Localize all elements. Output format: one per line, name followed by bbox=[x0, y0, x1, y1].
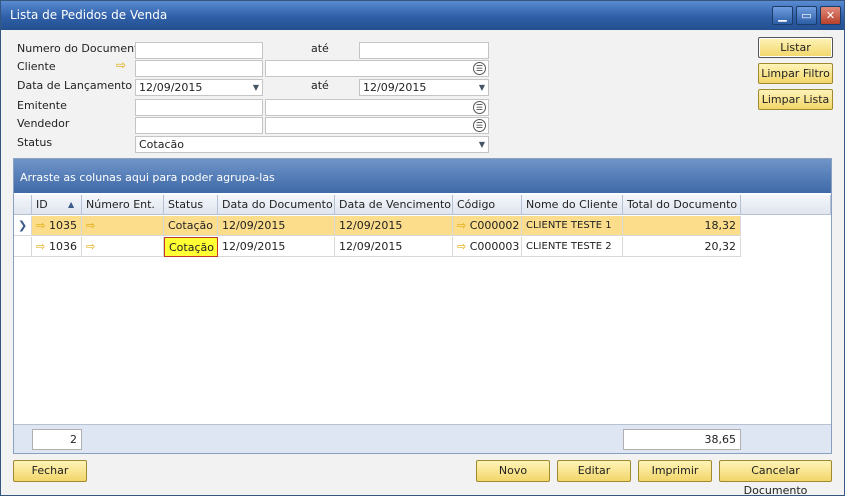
column-header-numero-ent[interactable]: Número Ent. bbox=[82, 195, 164, 215]
cell-data-documento[interactable]: 12/09/2015 bbox=[218, 237, 335, 257]
chevron-down-icon: ▼ bbox=[478, 140, 485, 149]
cell-id[interactable]: ⇨ 1036 bbox=[32, 237, 82, 257]
sales-orders-window: Lista de Pedidos de Venda ▁ ▭ ✕ Numero d… bbox=[0, 0, 845, 497]
cell-data-vencimento[interactable]: 12/09/2015 bbox=[335, 216, 453, 236]
data-to-select[interactable]: 12/09/2015 ▼ bbox=[359, 79, 489, 96]
link-arrow-icon[interactable]: ⇨ bbox=[457, 240, 466, 253]
chevron-down-icon: ▼ bbox=[252, 83, 259, 92]
column-header-status[interactable]: Status bbox=[164, 195, 218, 215]
numero-documento-label: Numero do Documento bbox=[17, 42, 146, 55]
minimize-button[interactable]: ▁ bbox=[772, 6, 793, 25]
emitente-name-input[interactable]: ☰ bbox=[265, 99, 489, 116]
column-header-id[interactable]: ID ▲ bbox=[32, 195, 82, 215]
total-summary: 38,65 bbox=[623, 429, 741, 450]
link-arrow-icon[interactable]: ⇨ bbox=[36, 216, 45, 235]
cell-status[interactable]: Cotação bbox=[164, 237, 218, 257]
fechar-button[interactable]: Fechar bbox=[13, 460, 87, 482]
link-arrow-icon[interactable]: ⇨ bbox=[116, 58, 126, 72]
column-header-total[interactable]: Total do Documento bbox=[623, 195, 741, 215]
imprimir-button[interactable]: Imprimir bbox=[638, 460, 712, 482]
cell-id-value: 1036 bbox=[49, 240, 77, 253]
grid-summary-bar: 2 38,65 bbox=[14, 424, 831, 453]
vendedor-code-input[interactable] bbox=[135, 117, 263, 134]
cell-nome-cliente[interactable]: CLIENTE TESTE 1 bbox=[522, 216, 623, 236]
cell-numero-ent[interactable]: ⇨ bbox=[82, 237, 164, 257]
column-header-codigo[interactable]: Código bbox=[453, 195, 522, 215]
link-arrow-icon[interactable]: ⇨ bbox=[86, 219, 95, 232]
choose-from-list-icon[interactable]: ☰ bbox=[473, 101, 486, 114]
window-title: Lista de Pedidos de Venda bbox=[10, 8, 168, 22]
title-bar: Lista de Pedidos de Venda ▁ ▭ ✕ bbox=[1, 1, 844, 30]
cell-status[interactable]: Cotação bbox=[164, 216, 218, 236]
group-by-area[interactable]: Arraste as colunas aqui para poder agrup… bbox=[14, 159, 831, 193]
data-from-value: 12/09/2015 bbox=[139, 81, 203, 94]
listar-button[interactable]: Listar bbox=[758, 37, 833, 58]
numero-documento-from-input[interactable] bbox=[135, 42, 263, 59]
vendedor-name-input[interactable]: ☰ bbox=[265, 117, 489, 134]
cell-data-documento[interactable]: 12/09/2015 bbox=[218, 216, 335, 236]
cell-data-vencimento[interactable]: 12/09/2015 bbox=[335, 237, 453, 257]
row-selector-icon[interactable]: ❯ bbox=[14, 216, 32, 236]
cell-numero-ent[interactable]: ⇨ bbox=[82, 216, 164, 236]
column-header-nome-cliente[interactable]: Nome do Cliente bbox=[522, 195, 623, 215]
cell-codigo[interactable]: ⇨ C000002 bbox=[453, 216, 522, 236]
status-select[interactable]: Cotacão ▼ bbox=[135, 136, 489, 153]
link-arrow-icon[interactable]: ⇨ bbox=[457, 219, 466, 232]
data-lancamento-label: Data de Lançamento bbox=[17, 79, 133, 92]
cell-total[interactable]: 20,32 bbox=[623, 237, 741, 257]
numero-documento-to-input[interactable] bbox=[359, 42, 489, 59]
column-header-data-documento[interactable]: Data do Documento bbox=[218, 195, 335, 215]
row-count-summary: 2 bbox=[32, 429, 82, 450]
maximize-button[interactable]: ▭ bbox=[796, 6, 817, 25]
link-arrow-icon[interactable]: ⇨ bbox=[86, 240, 95, 253]
limpar-lista-button[interactable]: Limpar Lista bbox=[758, 89, 833, 110]
data-ate-label: até bbox=[311, 79, 329, 92]
cell-total[interactable]: 18,32 bbox=[623, 216, 741, 236]
choose-from-list-icon[interactable]: ☰ bbox=[473, 119, 486, 132]
editar-button[interactable]: Editar bbox=[557, 460, 631, 482]
cell-codigo-value: C000003 bbox=[469, 240, 520, 253]
status-label: Status bbox=[17, 136, 53, 149]
orders-grid: Arraste as colunas aqui para poder agrup… bbox=[13, 158, 832, 454]
data-from-select[interactable]: 12/09/2015 ▼ bbox=[135, 79, 263, 96]
cliente-name-input[interactable]: ☰ bbox=[265, 60, 489, 77]
data-to-value: 12/09/2015 bbox=[363, 81, 427, 94]
cell-id[interactable]: ⇨ 1035 bbox=[32, 216, 82, 236]
sort-asc-icon: ▲ bbox=[68, 200, 75, 209]
chevron-down-icon: ▼ bbox=[478, 83, 485, 92]
cancelar-documento-button[interactable]: Cancelar Documento bbox=[719, 460, 832, 497]
row-selector[interactable] bbox=[14, 237, 32, 257]
cliente-label: Cliente bbox=[17, 60, 56, 73]
status-value: Cotacão bbox=[139, 138, 184, 151]
column-header-label: ID bbox=[36, 198, 48, 211]
column-header-data-vencimento[interactable]: Data de Vencimento bbox=[335, 195, 453, 215]
numero-ate-label: até bbox=[311, 42, 329, 55]
row-header-corner bbox=[14, 195, 32, 215]
choose-from-list-icon[interactable]: ☰ bbox=[473, 62, 486, 75]
limpar-filtro-button[interactable]: Limpar Filtro bbox=[758, 63, 833, 84]
cell-nome-cliente[interactable]: CLIENTE TESTE 2 bbox=[522, 237, 623, 257]
cliente-code-input[interactable] bbox=[135, 60, 263, 77]
cell-id-value: 1035 bbox=[49, 219, 77, 232]
cell-codigo[interactable]: ⇨ C000003 bbox=[453, 237, 522, 257]
novo-button[interactable]: Novo bbox=[476, 460, 550, 482]
vendedor-label: Vendedor bbox=[17, 117, 70, 130]
cell-codigo-value: C000002 bbox=[469, 219, 520, 232]
emitente-label: Emitente bbox=[17, 99, 67, 112]
link-arrow-icon[interactable]: ⇨ bbox=[36, 237, 45, 256]
emitente-code-input[interactable] bbox=[135, 99, 263, 116]
column-header-filler bbox=[741, 195, 831, 215]
close-button[interactable]: ✕ bbox=[820, 6, 841, 25]
